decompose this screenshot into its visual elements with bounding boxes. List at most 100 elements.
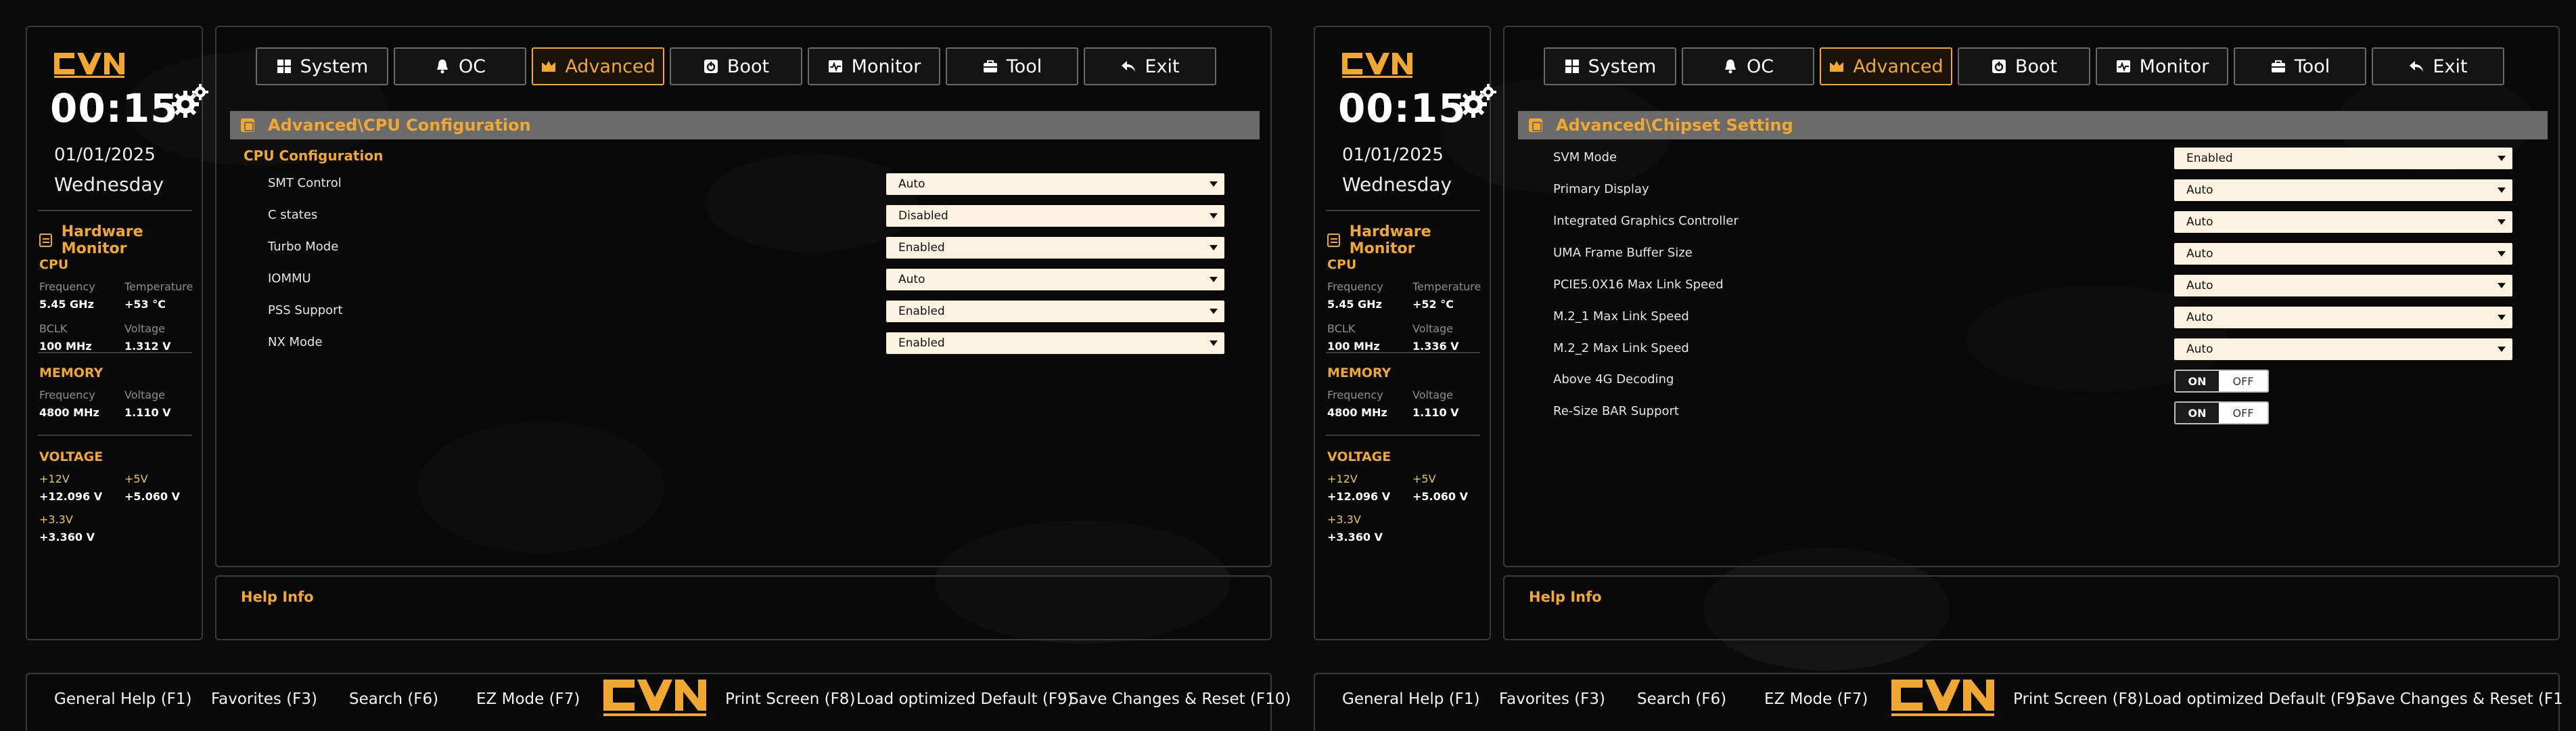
save-reset-button[interactable]: Save Changes & Reset (F10)	[1069, 690, 1291, 708]
nx-mode-select[interactable]: Enabled	[886, 332, 1224, 354]
setting-row: PCIE5.0X16 Max Link Speed Auto	[1504, 272, 2561, 299]
crown-icon	[542, 61, 556, 72]
v5-value: +5.060 V	[1412, 490, 1468, 503]
clock-date: 01/01/2025	[54, 145, 156, 165]
toolbox-icon	[983, 60, 997, 72]
tab-boot[interactable]: Boot	[670, 47, 802, 85]
v12-label: +12V	[1327, 472, 1358, 485]
help-panel: Help Info	[215, 575, 1272, 640]
ez-mode-button[interactable]: EZ Mode (F7)	[1764, 690, 1868, 708]
breadcrumb-bar: Advanced\Chipset Setting	[1518, 111, 2548, 139]
cpu-temperature-value: +53 °C	[124, 298, 166, 311]
tab-monitor[interactable]: Monitor	[808, 47, 940, 85]
setting-row: NX Mode Enabled	[216, 330, 1273, 357]
breadcrumb: Advanced\Chipset Setting	[1556, 116, 1793, 135]
print-screen-button[interactable]: Print Screen (F8)	[725, 690, 855, 708]
setting-row: Re-Size BAR Support ON OFF	[1504, 399, 2561, 426]
memory-voltage-label: Voltage	[1412, 389, 1454, 401]
setting-row: C states Disabled	[216, 202, 1273, 229]
settings-gear-icon[interactable]	[1457, 83, 1498, 123]
brand-logo	[54, 53, 124, 78]
chevron-down-icon	[2498, 187, 2506, 193]
setting-row: IOMMU Auto	[216, 266, 1273, 293]
cpu-frequency-label: Frequency	[39, 280, 95, 293]
chevron-down-icon	[1210, 277, 1218, 282]
tab-oc[interactable]: OC	[394, 47, 526, 85]
resize-bar-toggle[interactable]: ON OFF	[2174, 401, 2269, 424]
setting-row: Above 4G Decoding ON OFF	[1504, 367, 2561, 394]
setting-row: M.2_2 Max Link Speed Auto	[1504, 336, 2561, 363]
save-reset-button[interactable]: Save Changes & Reset (F1	[2357, 690, 2563, 708]
power-icon	[1992, 60, 2006, 73]
tab-advanced[interactable]: Advanced	[1820, 47, 1952, 85]
search-button[interactable]: Search (F6)	[1637, 690, 1726, 708]
v5-label: +5V	[1412, 472, 1436, 485]
main-panel: System OC Advanced Boot Monitor Tool Exi…	[1503, 26, 2560, 567]
above-4g-toggle[interactable]: ON OFF	[2174, 370, 2269, 393]
iommu-select[interactable]: Auto	[886, 269, 1224, 290]
cpu-temperature-label: Temperature	[1412, 280, 1481, 293]
grid-icon	[277, 60, 291, 73]
setting-label: PCIE5.0X16 Max Link Speed	[1553, 278, 1724, 292]
v33-value: +3.360 V	[1327, 531, 1383, 544]
tab-system[interactable]: System	[256, 47, 388, 85]
setting-label: PSS Support	[268, 303, 343, 317]
back-arrow-icon	[1122, 61, 1136, 72]
chevron-down-icon	[1210, 340, 1218, 346]
tab-advanced[interactable]: Advanced	[532, 47, 664, 85]
m2-2-link-speed-select[interactable]: Auto	[2174, 338, 2512, 360]
cpu-temperature-value: +52 °C	[1412, 298, 1454, 311]
chevron-down-icon	[2498, 251, 2506, 257]
tab-label: Boot	[727, 56, 770, 77]
svm-mode-select[interactable]: Enabled	[2174, 148, 2512, 169]
brand-logo	[1891, 680, 1994, 716]
tab-oc[interactable]: OC	[1682, 47, 1814, 85]
primary-display-select[interactable]: Auto	[2174, 179, 2512, 201]
turbo-mode-select[interactable]: Enabled	[886, 237, 1224, 259]
setting-label: IOMMU	[268, 271, 311, 286]
smt-control-select[interactable]: Auto	[886, 173, 1224, 195]
clock-date: 01/01/2025	[1342, 145, 1444, 165]
favorites-button[interactable]: Favorites (F3)	[211, 690, 317, 708]
pss-support-select[interactable]: Enabled	[886, 301, 1224, 322]
tab-boot[interactable]: Boot	[1958, 47, 2090, 85]
igpu-controller-select[interactable]: Auto	[2174, 211, 2512, 233]
bclk-label: BCLK	[39, 322, 68, 335]
brand-logo	[1342, 53, 1412, 78]
pcie-link-speed-select[interactable]: Auto	[2174, 275, 2512, 296]
bios-screen-left: 00:15 01/01/2025 Wednesday Hardware Moni…	[0, 0, 1291, 731]
tab-exit[interactable]: Exit	[1084, 47, 1216, 85]
general-help-button[interactable]: General Help (F1)	[1342, 690, 1480, 708]
ez-mode-button[interactable]: EZ Mode (F7)	[476, 690, 580, 708]
toggle-on[interactable]: ON	[2176, 371, 2219, 391]
chevron-down-icon	[2498, 347, 2506, 352]
monitor-icon	[1327, 234, 1340, 247]
toggle-off[interactable]: OFF	[2219, 371, 2268, 391]
load-default-button[interactable]: Load optimized Default (F9)	[2144, 690, 2362, 708]
general-help-button[interactable]: General Help (F1)	[54, 690, 192, 708]
setting-row: Turbo Mode Enabled	[216, 234, 1273, 261]
load-default-button[interactable]: Load optimized Default (F9)	[856, 690, 1074, 708]
tab-label: OC	[1746, 56, 1774, 77]
favorites-button[interactable]: Favorites (F3)	[1499, 690, 1605, 708]
m2-1-link-speed-select[interactable]: Auto	[2174, 307, 2512, 328]
tab-monitor[interactable]: Monitor	[2096, 47, 2228, 85]
print-screen-button[interactable]: Print Screen (F8)	[2013, 690, 2143, 708]
toolbox-icon	[2271, 60, 2285, 72]
cpu-section-title: CPU	[1327, 257, 1357, 272]
tab-system[interactable]: System	[1544, 47, 1676, 85]
toggle-off[interactable]: OFF	[2219, 403, 2268, 423]
divider	[1326, 352, 1480, 353]
uma-buffer-select[interactable]: Auto	[2174, 243, 2512, 265]
toggle-on[interactable]: ON	[2176, 403, 2219, 423]
tab-tool[interactable]: Tool	[2234, 47, 2366, 85]
divider	[38, 435, 192, 436]
tab-exit[interactable]: Exit	[2372, 47, 2504, 85]
tab-tool[interactable]: Tool	[946, 47, 1078, 85]
search-button[interactable]: Search (F6)	[349, 690, 438, 708]
bclk-label: BCLK	[1327, 322, 1356, 335]
chevron-down-icon	[1210, 309, 1218, 314]
settings-gear-icon[interactable]	[169, 83, 210, 123]
bclk-value: 100 MHz	[39, 340, 92, 353]
c-states-select[interactable]: Disabled	[886, 205, 1224, 227]
